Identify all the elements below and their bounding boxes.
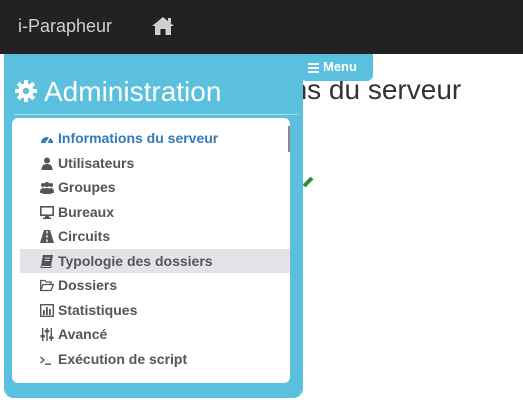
panel-title-text: Administration: [44, 76, 222, 107]
menu-item-avance[interactable]: Avancé: [20, 322, 290, 347]
menu-item-utilisateurs[interactable]: Utilisateurs: [20, 151, 290, 176]
folder-open-icon: [40, 279, 54, 292]
menu-item-circuits[interactable]: Circuits: [20, 224, 290, 249]
terminal-icon: [40, 355, 51, 365]
bar-chart-icon: [40, 303, 54, 317]
book-icon: [40, 254, 53, 268]
menu-item-label: Avancé: [58, 326, 108, 342]
menu-item-statistiques[interactable]: Statistiques: [20, 298, 290, 323]
menu-item-execution-script[interactable]: Exécution de script: [20, 347, 290, 372]
admin-menu-list: Informations du serveur Utilisateurs Gro…: [12, 118, 290, 383]
menu-item-label: Exécution de script: [58, 350, 188, 367]
menu-item-label: Dossiers: [58, 277, 118, 293]
brand-link[interactable]: i-Parapheur: [18, 16, 112, 37]
divider: [14, 114, 298, 115]
menu-item-label: Groupes: [58, 179, 116, 195]
admin-panel: Administration Informations du serveur U…: [4, 54, 303, 398]
users-icon: [40, 181, 54, 194]
menu-item-groupes[interactable]: Groupes: [20, 175, 290, 200]
sliders-icon: [40, 328, 54, 341]
menu-toggle-button[interactable]: Menu: [300, 54, 373, 81]
top-navbar: i-Parapheur: [0, 0, 523, 54]
menu-item-label: Bureaux: [58, 203, 115, 220]
menu-item-label: Informations du serveur: [58, 130, 219, 146]
menu-item-label: Circuits: [58, 228, 111, 244]
desktop-icon: [40, 205, 54, 219]
panel-title: Administration: [14, 76, 221, 108]
user-icon: [41, 157, 53, 170]
menu-item-label: Typologie des dossiers: [58, 252, 213, 269]
menu-item-label: Utilisateurs: [58, 154, 135, 171]
menu-toggle-label: Menu: [323, 59, 357, 74]
gear-icon: [15, 80, 37, 102]
menu-item-informations-serveur[interactable]: Informations du serveur: [20, 126, 290, 151]
road-icon: [40, 230, 54, 243]
home-icon[interactable]: [150, 15, 176, 37]
menu-item-label: Statistiques: [58, 301, 138, 318]
menu-item-typologie-dossiers[interactable]: Typologie des dossiers: [20, 248, 290, 273]
bars-icon: [308, 62, 319, 73]
menu-item-dossiers[interactable]: Dossiers: [20, 273, 290, 298]
dashboard-icon: [41, 136, 53, 144]
menu-item-bureaux[interactable]: Bureaux: [20, 200, 290, 225]
